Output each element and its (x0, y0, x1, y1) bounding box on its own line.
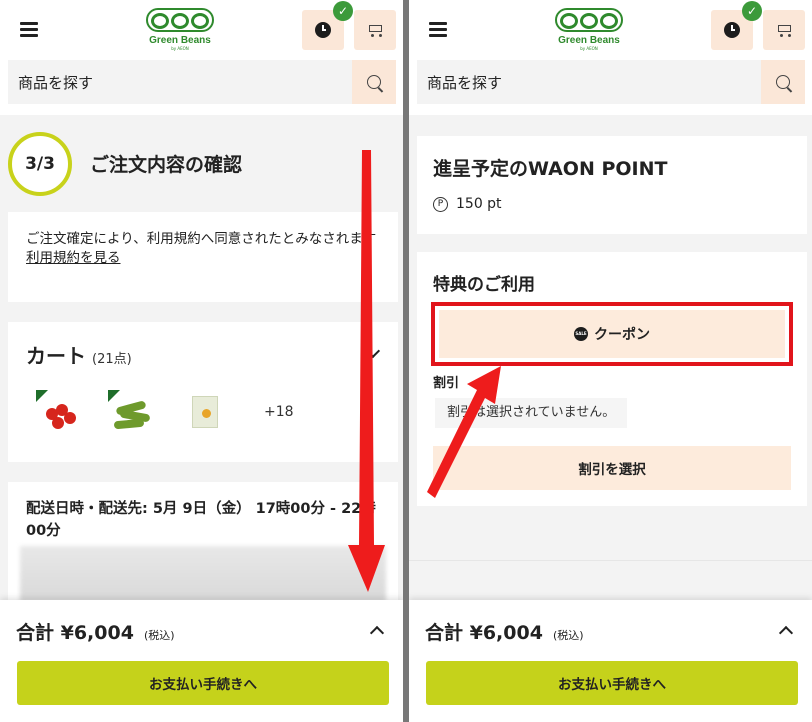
search-bar[interactable]: 商品を探す (417, 60, 805, 104)
tax-label: (税込) (143, 629, 175, 642)
waon-points-card: 進呈予定のWAON POINT P 150 pt (417, 136, 807, 234)
cart-icon (775, 23, 793, 37)
proceed-payment-button[interactable]: お支払い手続きへ (17, 661, 389, 705)
left-screen: Green Beans by AEON ✓ 商品を探す 3/3 ご注文内容の確認… (0, 0, 403, 722)
right-screen: Green Beans by AEON ✓ 商品を探す 進呈予定のWAON PO… (409, 0, 812, 722)
terms-link[interactable]: 利用規約を見る (26, 250, 121, 266)
step-circle: 3/3 (8, 132, 72, 196)
menu-icon[interactable] (429, 22, 447, 37)
cart-icon (366, 23, 384, 37)
sale-icon: SALE (574, 327, 588, 341)
blurred-address (20, 546, 386, 602)
tax-label: (税込) (552, 629, 584, 642)
discount-status: 割引は選択されていません。 (435, 398, 628, 428)
footer-bar: 合計 ¥6,004 (税込) お支払い手続きへ (0, 600, 403, 722)
product-thumbnail (184, 390, 230, 434)
total-price: 合計 ¥6,004 (税込) (16, 622, 175, 644)
cart-count: (21点) (92, 352, 132, 367)
check-icon: ✓ (333, 1, 353, 21)
product-thumbnail (36, 390, 82, 434)
menu-icon[interactable] (20, 22, 38, 37)
cart-title: カート (21点) (26, 344, 132, 368)
search-label: 商品を探す (427, 74, 503, 92)
discount-label: 割引 (433, 376, 460, 391)
points-value: P 150 pt (433, 196, 502, 212)
header: Green Beans by AEON ✓ 商品を探す (409, 0, 812, 115)
logo[interactable]: Green Beans by AEON (549, 8, 629, 51)
search-label: 商品を探す (18, 74, 94, 92)
benefits-card: 特典のご利用 SALE クーポン 割引 割引は選択されていません。 割引を選択 (417, 252, 807, 506)
footer-bar: 合計 ¥6,004 (税込) お支払い手続きへ (409, 600, 812, 722)
chevron-down-icon[interactable] (365, 343, 381, 359)
terms-text: ご注文確定により、利用規約へ同意されたとみなされます (26, 231, 377, 247)
search-icon (367, 75, 381, 89)
more-items-count: +18 (264, 404, 294, 420)
delivery-info: 配送日時・配送先: 5月 9日（金） 17時00分 - 22時00分 (26, 501, 376, 539)
cart-button[interactable] (763, 10, 805, 50)
search-button[interactable] (761, 60, 805, 104)
chevron-up-icon[interactable] (778, 625, 794, 641)
logo[interactable]: Green Beans by AEON (140, 8, 220, 51)
total-price: 合計 ¥6,004 (税込) (425, 622, 584, 644)
clock-icon (315, 22, 331, 38)
points-title: 進呈予定のWAON POINT (433, 158, 668, 180)
cart-button[interactable] (354, 10, 396, 50)
select-discount-button[interactable]: 割引を選択 (433, 446, 791, 490)
point-icon: P (433, 196, 448, 212)
chevron-up-icon[interactable] (369, 625, 385, 641)
terms-card: ご注文確定により、利用規約へ同意されたとみなされます 利用規約を見る (8, 212, 398, 302)
spacer (409, 560, 812, 600)
header: Green Beans by AEON ✓ 商品を探す (0, 0, 403, 115)
product-thumbnail (108, 390, 154, 434)
step-indicator: 3/3 ご注文内容の確認 (8, 130, 398, 200)
cart-card[interactable]: カート (21点) +18 (8, 322, 398, 462)
delivery-card[interactable]: 配送日時・配送先: 5月 9日（金） 17時00分 - 22時00分 (8, 482, 398, 612)
clock-icon (724, 22, 740, 38)
coupon-highlight: SALE クーポン (431, 302, 793, 366)
search-icon (776, 75, 790, 89)
proceed-payment-button[interactable]: お支払い手続きへ (426, 661, 798, 705)
coupon-button[interactable]: SALE クーポン (439, 310, 785, 358)
search-bar[interactable]: 商品を探す (8, 60, 396, 104)
check-icon: ✓ (742, 1, 762, 21)
benefits-title: 特典のご利用 (433, 275, 535, 295)
search-button[interactable] (352, 60, 396, 104)
page-title: ご注文内容の確認 (90, 154, 243, 176)
